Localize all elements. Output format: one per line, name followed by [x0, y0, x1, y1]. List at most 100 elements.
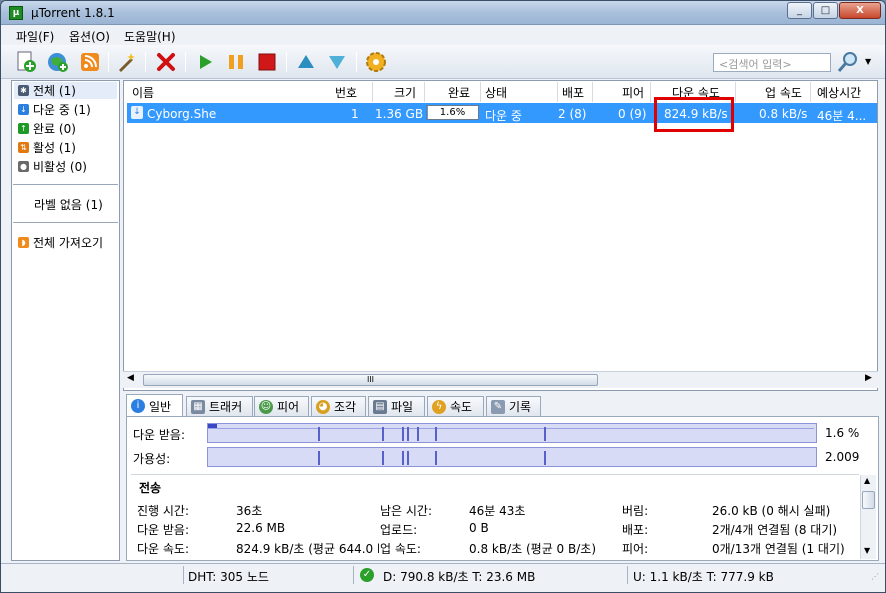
info-icon: i: [131, 399, 145, 413]
search-button[interactable]: [836, 50, 860, 74]
column-header-name[interactable]: 이름: [132, 84, 154, 101]
sidebar-item-active[interactable]: ⇅ 활성 (1): [18, 139, 76, 156]
column-divider[interactable]: [810, 82, 811, 102]
availability-label: 가용성:: [133, 452, 171, 466]
column-divider[interactable]: [650, 82, 651, 102]
remove-button[interactable]: [154, 50, 178, 74]
add-torrent-button[interactable]: [14, 50, 38, 74]
speed-icon: ϟ: [432, 399, 446, 414]
column-divider[interactable]: [424, 82, 425, 102]
field-value: 824.9 kB/초 (평균 644.0 k: [236, 542, 379, 556]
tab-log[interactable]: ✎ 기록: [486, 396, 541, 416]
torrent-seeds: 2 (8): [558, 107, 587, 121]
maximize-button[interactable]: □: [813, 2, 838, 19]
column-header-size[interactable]: 크기: [394, 84, 416, 101]
menu-file[interactable]: 파일(F): [16, 28, 54, 45]
piece-mark: [318, 427, 320, 441]
move-down-button[interactable]: [325, 50, 349, 74]
column-divider[interactable]: [372, 82, 373, 102]
all-icon: ✱: [18, 85, 29, 96]
create-torrent-icon: [119, 53, 135, 72]
add-url-icon: [48, 53, 68, 72]
vertical-scrollbar[interactable]: ▲ ▼: [860, 475, 876, 559]
peers-icon: ☺: [259, 399, 273, 414]
rss-button[interactable]: [78, 50, 102, 74]
inactive-icon: ●: [18, 161, 29, 172]
app-window: µ µTorrent 1.8.1 _ □ X 파일(F) 옵션(O) 도움말(H…: [0, 0, 886, 593]
move-up-button[interactable]: [294, 50, 318, 74]
sidebar-item-downloading[interactable]: ↓ 다운 중 (1): [18, 101, 91, 118]
scroll-down-icon[interactable]: ▼: [864, 546, 870, 555]
menu-options[interactable]: 옵션(O): [69, 28, 110, 45]
stop-button[interactable]: [255, 50, 279, 74]
status-divider: [183, 566, 184, 584]
column-divider[interactable]: [592, 82, 593, 102]
menu-help[interactable]: 도움말(H): [124, 28, 176, 45]
files-icon: ▤: [373, 399, 387, 414]
column-header-done[interactable]: 완료: [448, 84, 470, 101]
toolbar-separator: [286, 52, 287, 72]
tab-peers[interactable]: ☺ 피어: [254, 396, 309, 416]
column-header-eta[interactable]: 예상시간: [817, 84, 861, 101]
transfer-title: 전송: [139, 481, 162, 495]
scroll-right-icon[interactable]: ▶: [865, 373, 872, 383]
sidebar-item-label: 활성 (1): [33, 141, 76, 155]
field-value: 2개/4개 연결됨 (8 대기): [712, 523, 838, 537]
dht-status[interactable]: DHT: 305 노드: [188, 568, 269, 585]
tab-label: 트래커: [209, 400, 243, 414]
pause-button[interactable]: [224, 50, 248, 74]
tab-speed[interactable]: ϟ 속도: [427, 396, 484, 416]
scroll-thumb[interactable]: III: [143, 374, 598, 386]
availability-value: 2.009: [825, 450, 860, 464]
completed-icon: ↑: [18, 123, 29, 134]
column-header-seeds[interactable]: 배포: [562, 84, 584, 101]
piece-mark: [402, 427, 404, 441]
utorrent-logo-icon: µ: [9, 6, 23, 20]
resize-grip-icon[interactable]: ⋰: [871, 572, 879, 581]
sidebar-item-completed[interactable]: ↑ 완료 (0): [18, 120, 76, 137]
progress-fill: [427, 106, 428, 119]
sidebar-item-all-feeds[interactable]: ◗ 전체 가져오기: [18, 234, 103, 251]
horizontal-scrollbar[interactable]: ◀ III ▶: [123, 371, 878, 388]
sidebar-item-inactive[interactable]: ● 비활성 (0): [18, 158, 87, 175]
download-status[interactable]: D: 790.8 kB/초 T: 23.6 MB: [383, 568, 535, 585]
start-button[interactable]: [193, 50, 217, 74]
column-header-status[interactable]: 상태: [485, 84, 507, 101]
field-value: 22.6 MB: [236, 521, 286, 535]
sidebar-item-all[interactable]: ✱ 전체 (1): [14, 82, 117, 99]
close-button[interactable]: X: [839, 2, 881, 19]
tab-pieces[interactable]: ◕ 조각: [311, 396, 366, 416]
column-divider[interactable]: [557, 82, 558, 102]
piece-mark: [417, 427, 419, 441]
torrent-row[interactable]: ↓ Cyborg.She 1 1.36 GB 1.6% 다운 중 2 (8) 0…: [127, 103, 877, 123]
tab-trackers[interactable]: ▦ 트래커: [186, 396, 253, 416]
piece-mark: [544, 451, 546, 465]
network-ok-icon[interactable]: ✓: [360, 568, 374, 582]
status-divider: [353, 566, 354, 584]
minimize-button[interactable]: _: [787, 2, 812, 19]
sidebar-item-no-label[interactable]: 라벨 없음 (1): [34, 196, 103, 213]
downloaded-bar: [207, 423, 817, 443]
column-header-peers[interactable]: 피어: [622, 84, 644, 101]
column-divider[interactable]: [480, 82, 481, 102]
pieces-icon: ◕: [316, 399, 330, 414]
field-value: 0개/13개 연결됨 (1 대기): [712, 542, 845, 556]
torrent-list: 이름 번호 크기 완료 상태 배포 피어 다운 속도 업 속도 예상시간 ↓ C…: [123, 80, 878, 391]
tab-files[interactable]: ▤ 파일: [368, 396, 425, 416]
create-torrent-button[interactable]: [115, 50, 139, 74]
add-url-button[interactable]: [46, 50, 70, 74]
torrent-peers: 0 (9): [618, 107, 647, 121]
search-dropdown-icon[interactable]: ▼: [865, 57, 871, 66]
upload-status[interactable]: U: 1.1 kB/초 T: 777.9 kB: [633, 568, 774, 585]
column-divider[interactable]: [735, 82, 736, 102]
piece-mark: [318, 451, 320, 465]
piece-mark: [382, 451, 384, 465]
column-header-up-speed[interactable]: 업 속도: [765, 84, 802, 101]
scroll-left-icon[interactable]: ◀: [127, 373, 134, 383]
search-input[interactable]: <검색어 입력>: [713, 53, 831, 72]
column-header-number[interactable]: 번호: [335, 84, 357, 101]
tab-general[interactable]: i 일반: [126, 394, 183, 417]
scroll-up-icon[interactable]: ▲: [864, 476, 870, 485]
preferences-button[interactable]: [364, 50, 388, 74]
scroll-thumb[interactable]: [862, 491, 875, 509]
